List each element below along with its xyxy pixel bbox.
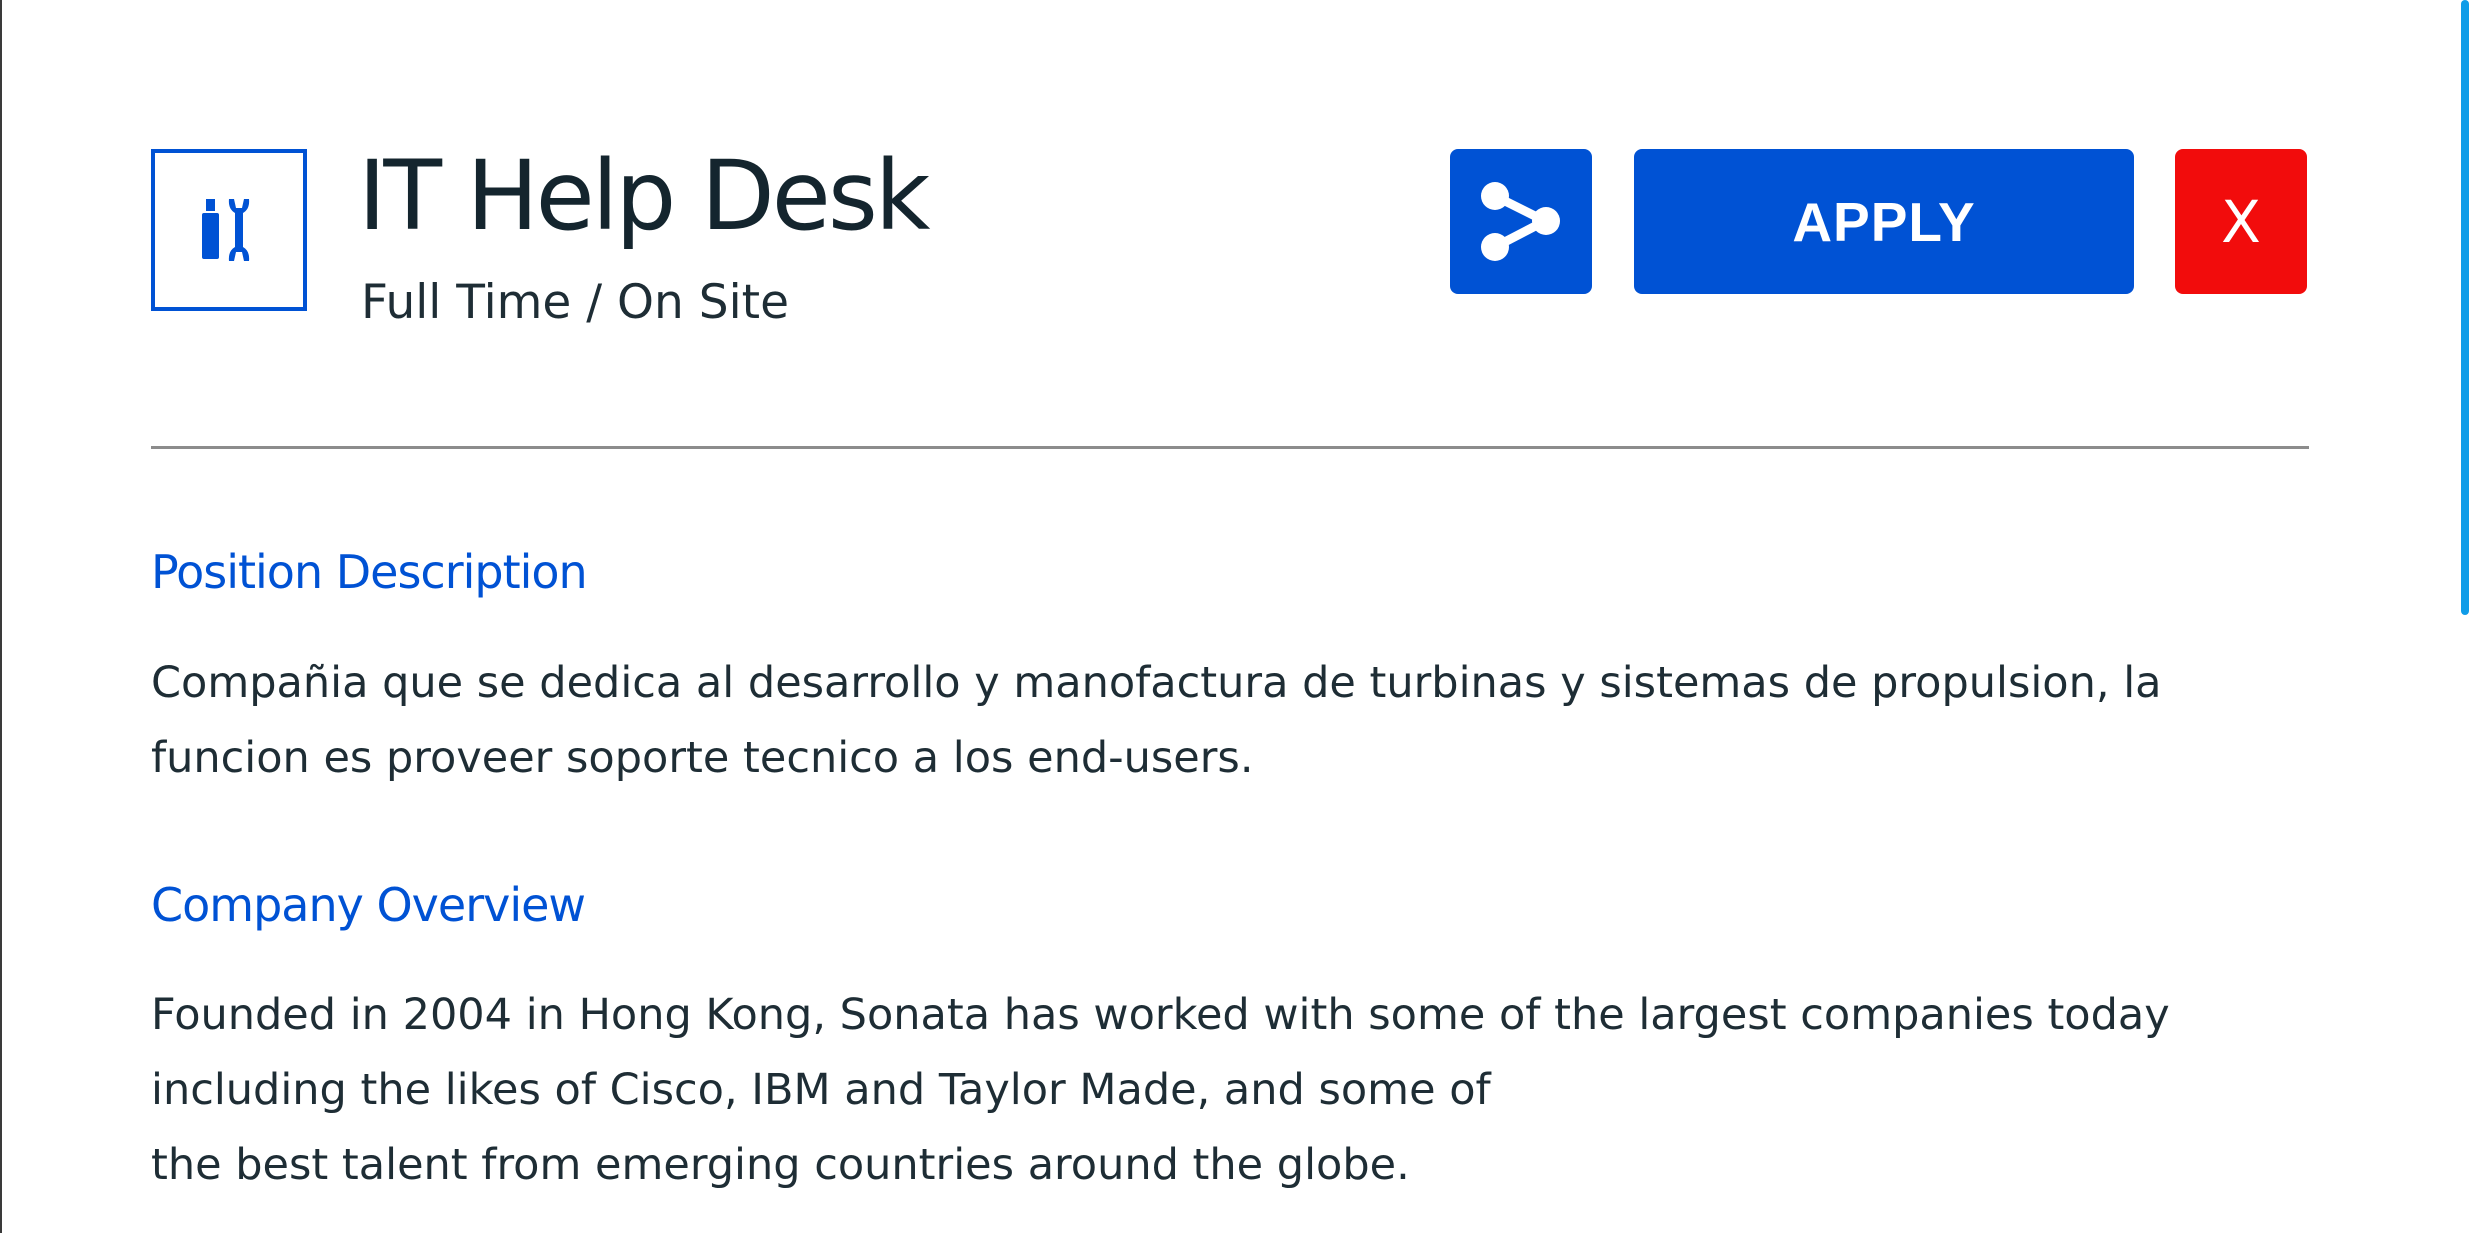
company-overview-text: Founded in 2004 in Hong Kong, Sonata has… bbox=[151, 978, 2309, 1203]
job-type-location: Full Time / On Site bbox=[361, 275, 790, 330]
section-heading-position-description: Position Description bbox=[151, 545, 588, 599]
text-line: Compañia que se dedica al desarrollo y m… bbox=[151, 658, 2162, 708]
job-category-badge bbox=[151, 149, 307, 311]
header-divider bbox=[151, 446, 2309, 449]
panel-left-border bbox=[0, 0, 2, 1233]
share-icon bbox=[1481, 181, 1560, 261]
apply-button[interactable]: APPLY bbox=[1634, 149, 2134, 294]
job-title: IT Help Desk bbox=[358, 140, 930, 252]
text-line: Founded in 2004 in Hong Kong, Sonata has… bbox=[151, 990, 2170, 1040]
job-detail-panel: IT Help Desk Full Time / On Site APPLY X… bbox=[151, 0, 2309, 1233]
close-button[interactable]: X bbox=[2175, 149, 2307, 294]
text-line: the best talent from emerging countries … bbox=[151, 1140, 1410, 1190]
text-line: funcion es proveer soporte tecnico a los… bbox=[151, 733, 1254, 783]
share-button[interactable] bbox=[1450, 149, 1592, 294]
section-heading-company-overview: Company Overview bbox=[151, 878, 586, 932]
vertical-scrollbar[interactable] bbox=[2459, 0, 2469, 1233]
position-description-text: Compañia que se dedica al desarrollo y m… bbox=[151, 646, 2309, 796]
text-line: including the likes of Cisco, IBM and Ta… bbox=[151, 1065, 1491, 1115]
tools-icon bbox=[202, 199, 250, 261]
scrollbar-thumb[interactable] bbox=[2461, 0, 2469, 615]
